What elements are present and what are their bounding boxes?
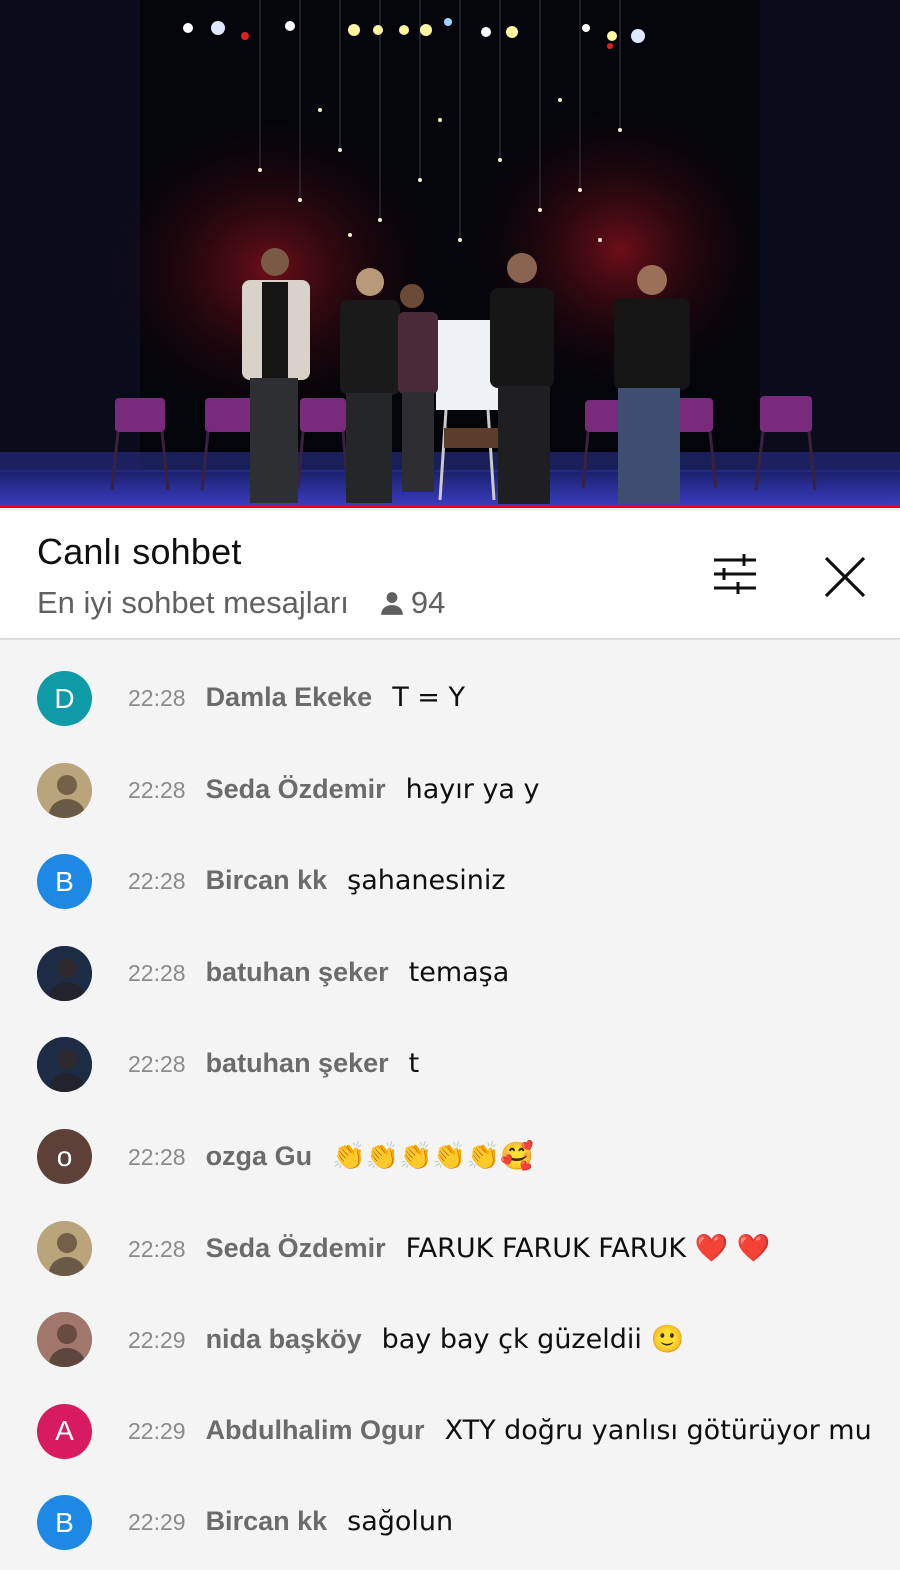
chat-message[interactable]: 22:28 batuhan şeker temaşa <box>0 915 900 1007</box>
avatar-photo <box>37 762 92 818</box>
message-author[interactable]: Bircan kk <box>206 1506 328 1537</box>
chat-message[interactable]: 22:29 nida başköy bay bay çk güzeldii 🙂 <box>0 1281 900 1373</box>
chat-mode-selector[interactable]: En iyi sohbet mesajları <box>37 585 349 621</box>
message-line: 22:28 batuhan şeker temaşa <box>128 957 509 988</box>
message-text: 👏👏👏👏👏🥰 <box>332 1141 534 1172</box>
person-icon <box>381 592 403 615</box>
chat-message[interactable]: 22:28 Seda Özdemir hayır ya y <box>0 732 900 824</box>
message-timestamp: 22:29 <box>128 1327 186 1354</box>
message-text: şahanesiniz <box>347 865 506 897</box>
chat-message[interactable]: o 22:28 ozga Gu 👏👏👏👏👏🥰 <box>0 1098 900 1190</box>
author-avatar[interactable]: B <box>37 854 92 910</box>
sliders-icon <box>714 554 756 594</box>
message-author[interactable]: Abdulhalim Ogur <box>206 1415 425 1446</box>
message-author[interactable]: Seda Özdemir <box>206 1233 386 1264</box>
message-text: bay bay çk güzeldii 🙂 <box>381 1324 685 1356</box>
message-text: t <box>408 1048 420 1080</box>
close-icon <box>824 556 866 598</box>
message-author[interactable]: nida başköy <box>206 1324 362 1355</box>
message-text: sağolun <box>347 1506 454 1538</box>
chat-mode-row[interactable]: En iyi sohbet mesajları 94 <box>37 583 445 623</box>
viewer-count: 94 <box>379 585 445 621</box>
message-author[interactable]: Seda Özdemir <box>206 774 386 805</box>
avatar-photo <box>37 945 92 1001</box>
video-progress-bar[interactable] <box>0 506 900 508</box>
message-timestamp: 22:28 <box>128 1235 186 1262</box>
author-avatar[interactable] <box>37 945 92 1001</box>
message-timestamp: 22:28 <box>128 776 186 803</box>
author-avatar[interactable]: B <box>37 1495 92 1551</box>
message-timestamp: 22:29 <box>128 1509 186 1536</box>
author-avatar[interactable] <box>37 1312 92 1368</box>
message-text: XTY doğru yanlısı götürüyor mu <box>444 1414 872 1446</box>
avatar-letter: A <box>55 1415 74 1447</box>
message-line: 22:28 batuhan şeker t <box>128 1048 419 1079</box>
avatar-photo <box>37 1037 92 1093</box>
chat-title: Canlı sohbet <box>37 531 242 572</box>
message-line: 22:29 Bircan kk sağolun <box>128 1506 453 1537</box>
chat-message[interactable]: 22:28 batuhan şeker t <box>0 1006 900 1098</box>
message-author[interactable]: Damla Ekeke <box>206 682 373 713</box>
avatar-photo <box>37 1220 92 1276</box>
message-text: hayır ya y <box>405 773 540 805</box>
chat-header: Canlı sohbet En iyi sohbet mesajları 94 <box>0 511 900 639</box>
video-player[interactable] <box>0 0 900 508</box>
message-line: 22:28 Seda Özdemir hayır ya y <box>128 774 540 805</box>
stage-video-frame <box>0 0 900 508</box>
message-line: 22:29 Abdulhalim Ogur XTY doğru yanlısı gö… <box>128 1415 872 1446</box>
message-timestamp: 22:28 <box>128 959 186 986</box>
chat-message[interactable]: B 22:28 Bircan kk şahanesiniz <box>0 823 900 915</box>
message-timestamp: 22:28 <box>128 868 186 895</box>
author-avatar[interactable] <box>37 762 92 818</box>
message-timestamp: 22:28 <box>128 685 186 711</box>
message-line: 22:28 Seda Özdemir FARUK FARUK FARUK ❤️ ❤️ <box>128 1232 770 1264</box>
message-author[interactable]: ozga Gu <box>206 1141 313 1172</box>
message-author[interactable]: batuhan şeker <box>206 957 389 988</box>
avatar-letter: o <box>56 1140 73 1172</box>
chat-message[interactable]: D 22:28 Damla Ekeke T = Y <box>0 640 900 732</box>
message-line: 22:28 Damla Ekeke T = Y <box>128 682 465 713</box>
chat-message[interactable]: 22:28 Seda Özdemir FARUK FARUK FARUK ❤️ ❤️ <box>0 1190 900 1282</box>
chat-message[interactable]: A 22:29 Abdulhalim Ogur XTY doğru yanlısı g… <box>0 1373 900 1465</box>
chat-filter-button[interactable] <box>707 549 763 601</box>
chat-message[interactable]: B 22:29 Bircan kk sağolun <box>0 1464 900 1556</box>
chat-message-list[interactable]: D 22:28 Damla Ekeke T = Y 22:28 Seda Özdemir h… <box>0 640 900 1570</box>
message-timestamp: 22:29 <box>128 1417 186 1444</box>
avatar-letter: B <box>55 1506 74 1538</box>
author-avatar[interactable]: D <box>37 671 92 726</box>
message-text: FARUK FARUK FARUK ❤️ ❤️ <box>405 1232 771 1264</box>
message-text: T = Y <box>392 682 465 713</box>
author-avatar[interactable]: A <box>37 1403 92 1459</box>
author-avatar[interactable] <box>37 1220 92 1276</box>
message-line: 22:29 nida başköy bay bay çk güzeldii 🙂 <box>128 1323 684 1355</box>
message-line: 22:28 Bircan kk şahanesiniz <box>128 865 506 896</box>
close-chat-button[interactable] <box>817 549 873 605</box>
message-author[interactable]: batuhan şeker <box>206 1048 389 1079</box>
avatar-letter: D <box>54 682 75 714</box>
message-line: 22:28 ozga Gu 👏👏👏👏👏🥰 <box>128 1140 534 1172</box>
message-timestamp: 22:28 <box>128 1144 186 1170</box>
message-text: temaşa <box>408 956 510 988</box>
avatar-photo <box>37 1312 92 1368</box>
message-author[interactable]: Bircan kk <box>206 865 328 896</box>
author-avatar[interactable]: o <box>37 1129 92 1184</box>
avatar-letter: B <box>55 865 74 897</box>
message-timestamp: 22:28 <box>128 1051 186 1078</box>
viewer-count-value: 94 <box>410 585 446 620</box>
author-avatar[interactable] <box>37 1037 92 1093</box>
